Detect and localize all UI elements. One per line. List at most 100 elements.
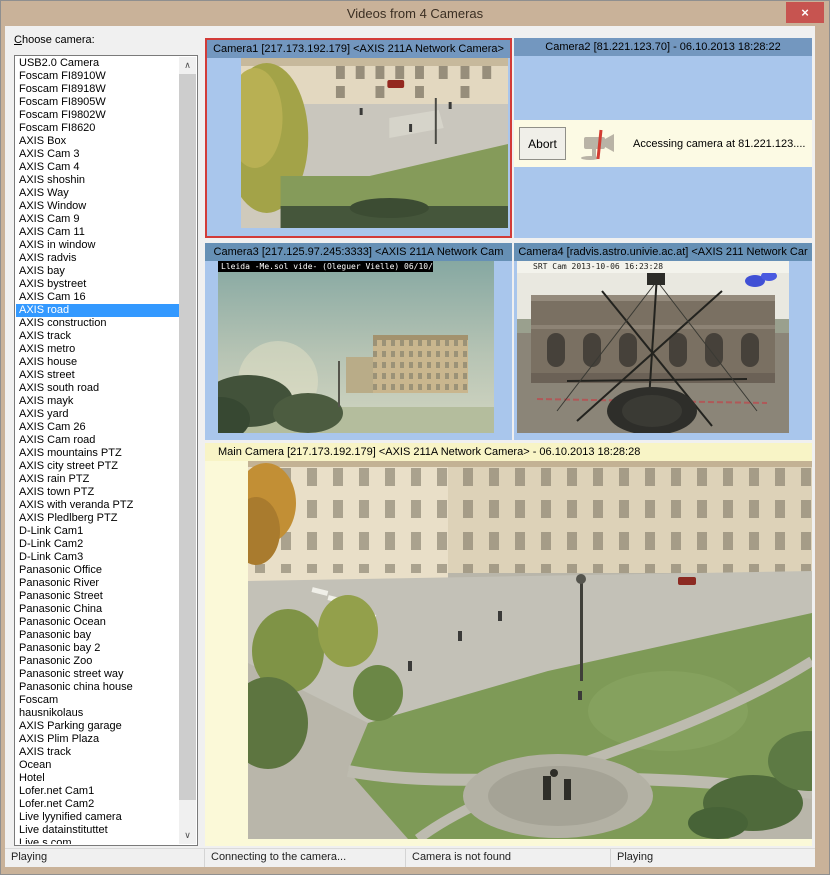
camera1-panel[interactable]: Camera1 [217.173.192.179] <AXIS 211A Net…: [205, 38, 512, 238]
camera-list-item[interactable]: AXIS with veranda PTZ: [16, 499, 179, 512]
camera-list-item[interactable]: AXIS Plim Plaza: [16, 733, 179, 746]
camera-list-item[interactable]: Panasonic bay: [16, 629, 179, 642]
camera-list-item[interactable]: Panasonic River: [16, 577, 179, 590]
content-area: Choose camera: USB2.0 CameraFoscam FI891…: [5, 26, 815, 866]
camera1-body: [207, 58, 510, 236]
close-button[interactable]: ×: [786, 2, 824, 23]
camera-list-item[interactable]: AXIS town PTZ: [16, 486, 179, 499]
camera-list-item[interactable]: Lofer.net Cam2: [16, 798, 179, 811]
main-camera-body: [205, 461, 812, 846]
camera-list-item[interactable]: AXIS Cam road: [16, 434, 179, 447]
camera-list-item[interactable]: AXIS south road: [16, 382, 179, 395]
camera3-header: Camera3 [217.125.97.245:3333] <AXIS 211A…: [205, 243, 512, 261]
camera1-header: Camera1 [217.173.192.179] <AXIS 211A Net…: [207, 40, 510, 58]
camera2-header: Camera2 [81.221.123.70] - 06.10.2013 18:…: [514, 38, 812, 56]
camera-list-item[interactable]: Panasonic street way: [16, 668, 179, 681]
listbox-scrollbar[interactable]: ∧ ∨: [179, 57, 196, 844]
camera3-body: Lleida -Me.sol vide- (Oleguer Vielle) 06…: [205, 261, 512, 440]
scrollbar-up-icon[interactable]: ∧: [179, 57, 196, 74]
camera-offline-icon: [581, 128, 619, 160]
camera-list-item[interactable]: Foscam FI8918W: [16, 83, 179, 96]
camera-list-item[interactable]: AXIS yard: [16, 408, 179, 421]
camera-list-item[interactable]: AXIS city street PTZ: [16, 460, 179, 473]
camera-list-item[interactable]: Live datainstituttet: [16, 824, 179, 837]
camera-list-item[interactable]: AXIS track: [16, 746, 179, 759]
app-window: Videos from 4 Cameras × Choose camera: U…: [0, 0, 830, 875]
camera2-body: Abort Accessing camera at 81.221.123....: [514, 56, 812, 238]
camera-list-item[interactable]: AXIS mountains PTZ: [16, 447, 179, 460]
statusbar-section: Playing: [611, 849, 815, 867]
camera-list-item[interactable]: AXIS radvis: [16, 252, 179, 265]
camera-list-item[interactable]: AXIS track: [16, 330, 179, 343]
camera3-timestamp-overlay: Lleida -Me.sol vide- (Oleguer Vielle) 06…: [218, 261, 433, 272]
camera-listbox[interactable]: USB2.0 CameraFoscam FI8910WFoscam FI8918…: [14, 55, 198, 846]
scrollbar-down-icon[interactable]: ∨: [179, 827, 196, 844]
camera2-status-message: Accessing camera at 81.221.123....: [633, 138, 805, 150]
statusbar: PlayingConnecting to the camera...Camera…: [5, 848, 815, 867]
camera1-video: [241, 58, 508, 228]
camera-list-item[interactable]: AXIS Cam 26: [16, 421, 179, 434]
camera4-timestamp-overlay: SRT Cam 2013-10-06 16:23:28: [517, 261, 789, 273]
camera-list-item[interactable]: AXIS road: [16, 304, 179, 317]
camera-list-item[interactable]: AXIS Box: [16, 135, 179, 148]
camera2-connect-strip: Abort Accessing camera at 81.221.123....: [514, 120, 812, 167]
camera-list-item[interactable]: AXIS Cam 4: [16, 161, 179, 174]
camera-list-item[interactable]: Live lyynified camera: [16, 811, 179, 824]
camera-list-item[interactable]: Lofer.net Cam1: [16, 785, 179, 798]
scrollbar-thumb[interactable]: [179, 74, 196, 800]
camera-list-item[interactable]: Foscam FI8905W: [16, 96, 179, 109]
abort-button[interactable]: Abort: [519, 127, 566, 160]
camera4-body: SRT Cam 2013-10-06 16:23:28: [514, 261, 812, 440]
camera-list-item[interactable]: AXIS street: [16, 369, 179, 382]
camera-list-item[interactable]: USB2.0 Camera: [16, 57, 179, 70]
camera-list-item[interactable]: D-Link Cam1: [16, 525, 179, 538]
camera-list-item[interactable]: Ocean: [16, 759, 179, 772]
camera-list-item[interactable]: AXIS Way: [16, 187, 179, 200]
camera-list-item[interactable]: AXIS Cam 11: [16, 226, 179, 239]
statusbar-section: Playing: [5, 849, 205, 867]
camera-list-item[interactable]: AXIS Parking garage: [16, 720, 179, 733]
camera-list-item[interactable]: Hotel: [16, 772, 179, 785]
camera-list-item[interactable]: D-Link Cam3: [16, 551, 179, 564]
camera4-panel[interactable]: Camera4 [radvis.astro.univie.ac.at] <AXI…: [514, 243, 812, 440]
camera-list-item[interactable]: AXIS bay: [16, 265, 179, 278]
camera-list-item[interactable]: hausnikolaus: [16, 707, 179, 720]
camera-list-item[interactable]: AXIS shoshin: [16, 174, 179, 187]
camera-list-item[interactable]: Foscam FI8620: [16, 122, 179, 135]
camera-list-item[interactable]: AXIS bystreet: [16, 278, 179, 291]
camera3-video: [218, 261, 494, 433]
camera-list-item[interactable]: Panasonic China: [16, 603, 179, 616]
camera-list-item[interactable]: Panasonic Zoo: [16, 655, 179, 668]
camera-list-item[interactable]: AXIS Cam 9: [16, 213, 179, 226]
camera-list-item[interactable]: AXIS rain PTZ: [16, 473, 179, 486]
camera-list-item[interactable]: Panasonic china house: [16, 681, 179, 694]
camera2-panel[interactable]: Camera2 [81.221.123.70] - 06.10.2013 18:…: [514, 38, 812, 238]
camera-list-item[interactable]: AXIS metro: [16, 343, 179, 356]
camera-list-item[interactable]: AXIS house: [16, 356, 179, 369]
camera-list-item[interactable]: AXIS in window: [16, 239, 179, 252]
camera-list-item[interactable]: AXIS Cam 16: [16, 291, 179, 304]
camera3-panel[interactable]: Camera3 [217.125.97.245:3333] <AXIS 211A…: [205, 243, 512, 440]
camera-list-item[interactable]: AXIS construction: [16, 317, 179, 330]
camera-list-item[interactable]: Foscam: [16, 694, 179, 707]
camera4-header: Camera4 [radvis.astro.univie.ac.at] <AXI…: [514, 243, 812, 261]
main-camera-video: [248, 461, 812, 839]
titlebar[interactable]: Videos from 4 Cameras ×: [0, 0, 830, 26]
camera-list-item[interactable]: D-Link Cam2: [16, 538, 179, 551]
camera-list-item[interactable]: Panasonic bay 2: [16, 642, 179, 655]
statusbar-section: Camera is not found: [406, 849, 611, 867]
camera-list-item[interactable]: Live s com: [16, 837, 179, 844]
window-title: Videos from 4 Cameras: [347, 6, 483, 21]
camera-list-item[interactable]: Foscam FI8910W: [16, 70, 179, 83]
main-camera-header: Main Camera [217.173.192.179] <AXIS 211A…: [205, 443, 812, 461]
camera-list-item[interactable]: Panasonic Office: [16, 564, 179, 577]
camera-list-item[interactable]: AXIS Window: [16, 200, 179, 213]
camera-list-item[interactable]: Panasonic Ocean: [16, 616, 179, 629]
close-icon: ×: [801, 5, 809, 20]
camera-list-item[interactable]: AXIS Pledlberg PTZ: [16, 512, 179, 525]
camera-list-item[interactable]: AXIS mayk: [16, 395, 179, 408]
camera-list-item[interactable]: AXIS Cam 3: [16, 148, 179, 161]
camera-list-item[interactable]: Foscam FI9802W: [16, 109, 179, 122]
camera-list-item[interactable]: Panasonic Street: [16, 590, 179, 603]
main-camera-panel[interactable]: Main Camera [217.173.192.179] <AXIS 211A…: [205, 443, 812, 846]
